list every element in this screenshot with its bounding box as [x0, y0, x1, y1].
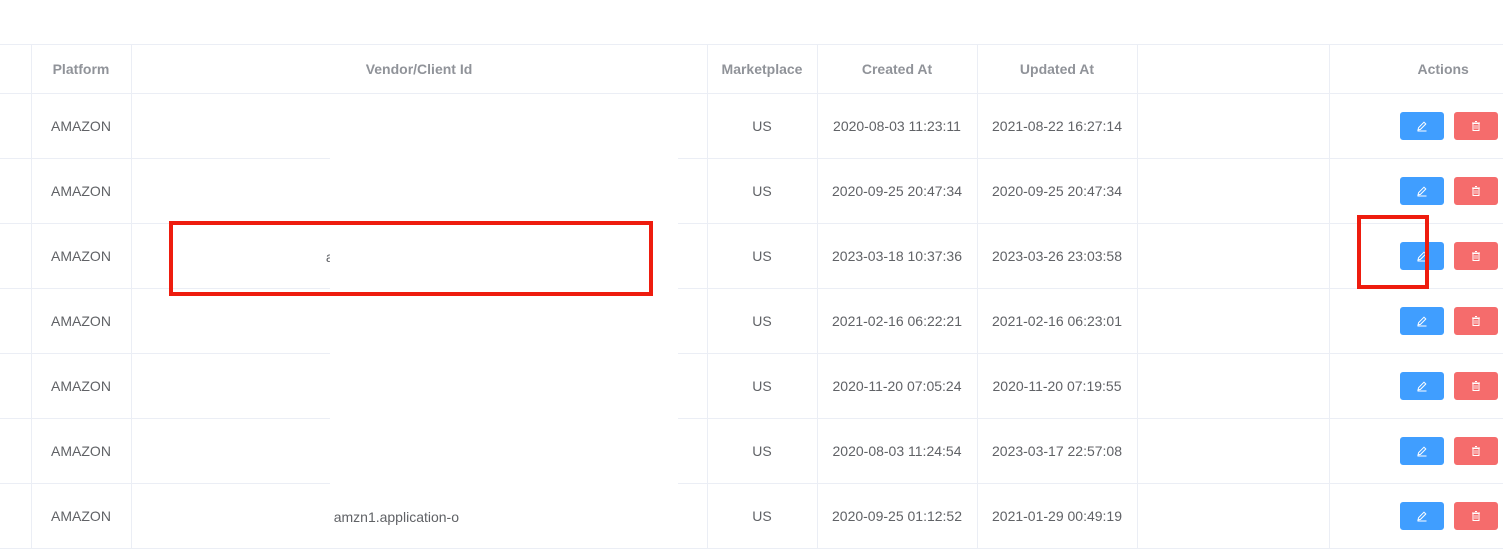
- header-marketplace[interactable]: Marketplace: [707, 44, 818, 94]
- table-row: AMAZONamzn1.application-oUS2020-09-25 20…: [0, 158, 1503, 224]
- page: Platform Vendor/Client Id Marketplace Cr…: [0, 0, 1503, 560]
- platform-cell: AMAZON: [31, 158, 132, 224]
- vendor-id-text: amzn1.application-o: [333, 508, 459, 525]
- spacer-cell: [1137, 288, 1330, 354]
- created-at-cell: 2021-02-16 06:22:21: [817, 288, 978, 354]
- actions-cell: [1329, 158, 1503, 224]
- row-select-cell: [0, 93, 32, 159]
- updated-at-cell: 2023-03-26 23:03:58: [977, 223, 1138, 289]
- row-select-cell: [0, 288, 32, 354]
- created-at-cell: 2020-08-03 11:24:54: [817, 418, 978, 484]
- edit-button[interactable]: [1400, 112, 1445, 140]
- table-row: AMAZON amzn1.application-o US 2020-09-25 01…: [0, 483, 1503, 549]
- delete-button[interactable]: [1454, 177, 1499, 205]
- marketplace-cell: US: [707, 353, 818, 419]
- data-table: Platform Vendor/Client Id Marketplace Cr…: [0, 44, 1503, 549]
- delete-button[interactable]: [1454, 502, 1499, 530]
- platform-cell: AMAZON: [31, 223, 132, 289]
- edit-button[interactable]: [1400, 372, 1445, 400]
- edit-button[interactable]: [1400, 437, 1445, 465]
- table-body: AMAZONamzn1.application-oUS2020-08-03 11…: [0, 93, 1503, 549]
- actions-cell: [1329, 223, 1503, 289]
- delete-button[interactable]: [1454, 372, 1499, 400]
- table-row: AMAZONamzn1.application-oUS2021-02-16 06…: [0, 288, 1503, 354]
- updated-at-cell: 2021-08-22 16:27:14: [977, 93, 1138, 159]
- table-row: AMAZONamzn1.application-oUS2020-08-03 11…: [0, 93, 1503, 159]
- row-select-cell: [0, 223, 32, 289]
- platform-cell: AMAZON: [31, 483, 132, 549]
- actions-cell: [1329, 353, 1503, 419]
- actions-cell: [1329, 418, 1503, 484]
- marketplace-cell: US: [707, 418, 818, 484]
- marketplace-cell: US: [707, 93, 818, 159]
- updated-at-cell: 2020-09-25 20:47:34: [977, 158, 1138, 224]
- delete-button[interactable]: [1454, 242, 1499, 270]
- spacer-cell: [1137, 158, 1330, 224]
- marketplace-cell: US: [707, 158, 818, 224]
- vendor-cell: amzn1.application-o: [131, 483, 708, 549]
- created-at-cell: 2020-08-03 11:23:11: [817, 93, 978, 159]
- header-created[interactable]: Created At: [817, 44, 978, 94]
- actions-cell: [1329, 288, 1503, 354]
- platform-cell: AMAZON: [31, 93, 132, 159]
- marketplace-cell: US: [707, 223, 818, 289]
- table-header-row: Platform Vendor/Client Id Marketplace Cr…: [0, 44, 1503, 94]
- spacer-cell: [1137, 418, 1330, 484]
- updated-at-cell: 2023-03-17 22:57:08: [977, 418, 1138, 484]
- header-platform[interactable]: Platform: [31, 44, 132, 94]
- delete-button[interactable]: [1454, 112, 1499, 140]
- delete-button[interactable]: [1454, 437, 1499, 465]
- header-actions: Actions: [1329, 44, 1503, 94]
- header-vendor[interactable]: Vendor/Client Id: [131, 44, 708, 94]
- platform-cell: AMAZON: [31, 288, 132, 354]
- spacer-cell: [1137, 93, 1330, 159]
- spacer-cell: [1137, 483, 1330, 549]
- updated-at-cell: 2021-02-16 06:23:01: [977, 288, 1138, 354]
- actions-cell: [1329, 93, 1503, 159]
- marketplace-cell: US: [707, 483, 818, 549]
- actions-cell: [1329, 483, 1503, 549]
- header-updated[interactable]: Updated At: [977, 44, 1138, 94]
- edit-button[interactable]: [1400, 502, 1445, 530]
- updated-at-cell: 2021-01-29 00:49:19: [977, 483, 1138, 549]
- edit-button[interactable]: [1400, 177, 1445, 205]
- row-select-cell: [0, 158, 32, 224]
- row-select-cell: [0, 418, 32, 484]
- edit-button[interactable]: [1400, 307, 1445, 335]
- platform-cell: AMAZON: [31, 353, 132, 419]
- table-row: AMAZONamzn1.application-oUS2020-11-20 07…: [0, 353, 1503, 419]
- table-row: AMAZONamzn1.application-oaUS2023-03-18 1…: [0, 223, 1503, 289]
- created-at-cell: 2020-09-25 01:12:52: [817, 483, 978, 549]
- row-select-cell: [0, 353, 32, 419]
- marketplace-cell: US: [707, 288, 818, 354]
- redaction-overlay: [330, 108, 678, 486]
- top-strip: [0, 0, 1503, 44]
- delete-button[interactable]: [1454, 307, 1499, 335]
- created-at-cell: 2023-03-18 10:37:36: [817, 223, 978, 289]
- updated-at-cell: 2020-11-20 07:19:55: [977, 353, 1138, 419]
- platform-cell: AMAZON: [31, 418, 132, 484]
- table-row: AMAZONamzn1.application-oUS2020-08-03 11…: [0, 418, 1503, 484]
- spacer-cell: [1137, 223, 1330, 289]
- edit-button[interactable]: [1400, 242, 1445, 270]
- created-at-cell: 2020-09-25 20:47:34: [817, 158, 978, 224]
- header-select: [0, 44, 32, 94]
- created-at-cell: 2020-11-20 07:05:24: [817, 353, 978, 419]
- header-spacer: [1137, 44, 1330, 94]
- row-select-cell: [0, 483, 32, 549]
- spacer-cell: [1137, 353, 1330, 419]
